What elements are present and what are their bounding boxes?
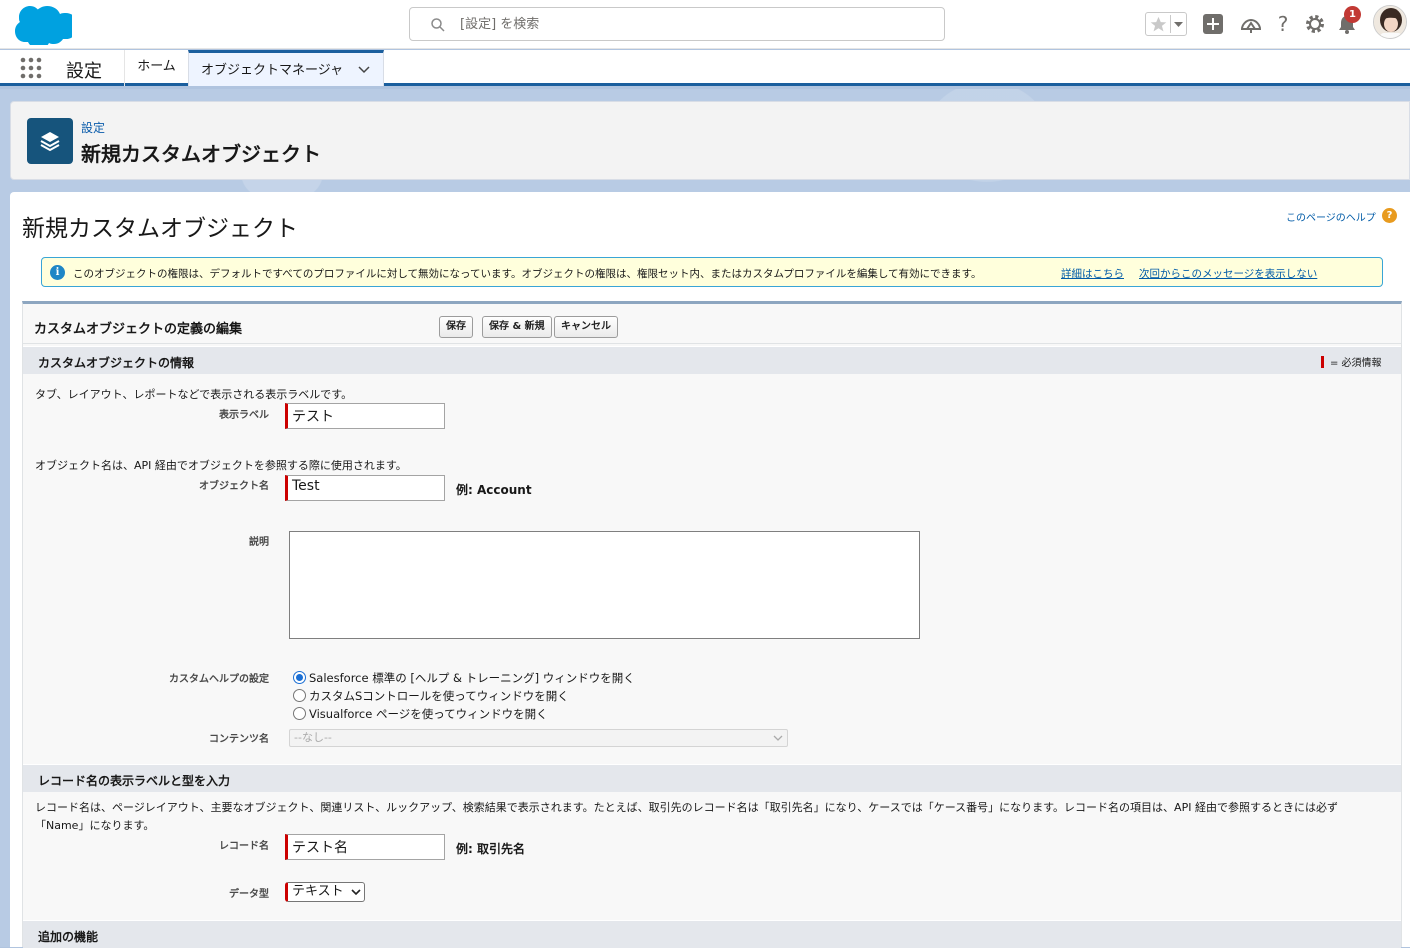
help-question-icon[interactable]: ? — [1272, 13, 1294, 35]
content-name-select: --なし-- — [289, 729, 788, 747]
section-record-name: レコード名の表示ラベルと型を入力 — [23, 764, 1401, 792]
gear-icon[interactable] — [1304, 13, 1326, 35]
section-title: 追加の機能 — [38, 930, 99, 944]
record-name-input[interactable]: テスト名 — [285, 834, 445, 860]
help-option-visualforce[interactable]: Visualforce ページを使ってウィンドウを開く — [293, 706, 548, 722]
page-title: 新規カスタムオブジェクト — [81, 142, 321, 166]
save-new-button[interactable]: 保存 & 新規 — [482, 316, 552, 338]
data-type-select[interactable]: テキスト — [285, 882, 365, 902]
global-actions-plus-icon[interactable] — [1202, 13, 1224, 35]
salesforce-logo[interactable] — [12, 5, 72, 45]
record-name-example: 例: 取引先名 — [456, 842, 525, 856]
info-message-text: このオブジェクトの権限は、デフォルトですべてのプロファイルに対して無効になってい… — [73, 268, 982, 280]
required-legend: = 必須情報 — [1321, 354, 1382, 369]
radio-selected[interactable] — [293, 671, 306, 684]
favorites-button[interactable] — [1145, 12, 1187, 36]
info-details-link[interactable]: 詳細はこちら — [1061, 266, 1124, 281]
chevron-down-icon — [773, 735, 783, 741]
help-option-label: Visualforce ページを使ってウィンドウを開く — [309, 707, 548, 721]
chevron-down-icon — [351, 889, 361, 896]
form-header: カスタムオブジェクトの定義の編集 保存 保存 & 新規 キャンセル — [23, 304, 1401, 344]
label-input[interactable]: テスト — [285, 403, 445, 429]
info-dismiss-link[interactable]: 次回からこのメッセージを表示しない — [1139, 266, 1317, 281]
svg-text:?: ? — [1278, 13, 1289, 35]
section-title: レコード名の表示ラベルと型を入力 — [38, 774, 231, 788]
favorites-dropdown[interactable] — [1170, 15, 1185, 33]
help-option-label: Salesforce 標準の [ヘルプ & トレーニング] ウィンドウを開く — [309, 671, 635, 685]
breadcrumb[interactable]: 設定 — [81, 119, 105, 136]
search-icon — [431, 18, 445, 32]
data-type-field-label: データ型 — [229, 889, 269, 900]
data-type-value: テキスト — [292, 884, 344, 899]
object-name-field-label: オブジェクト名 — [199, 481, 269, 492]
content-name-field-label: コンテンツ名 — [209, 734, 269, 745]
section-title: カスタムオブジェクトの情報 — [38, 356, 195, 370]
edit-form-panel: カスタムオブジェクトの定義の編集 保存 保存 & 新規 キャンセル カスタムオブ… — [22, 301, 1402, 948]
section-object-info: カスタムオブジェクトの情報 = 必須情報 — [23, 346, 1401, 374]
tab-object-manager[interactable]: オブジェクトマネージャ — [188, 50, 384, 86]
chevron-down-icon[interactable] — [357, 63, 371, 77]
custom-help-field-label: カスタムヘルプの設定 — [169, 674, 269, 685]
help-option-standard[interactable]: Salesforce 標準の [ヘルプ & トレーニング] ウィンドウを開く — [293, 670, 635, 686]
record-name-description-1: レコード名は、ページレイアウト、主要なオブジェクト、関連リスト、ルックアップ、検… — [35, 801, 1338, 814]
tab-home[interactable]: ホーム — [125, 50, 188, 86]
page-help-link[interactable]: このページのヘルプ — [1286, 209, 1376, 224]
radio[interactable] — [293, 707, 306, 720]
layers-icon — [27, 118, 73, 164]
content-title: 新規カスタムオブジェクト — [22, 216, 298, 242]
form-title: カスタムオブジェクトの定義の編集 — [34, 322, 243, 337]
label-field-label: 表示ラベル — [219, 410, 269, 421]
section-additional-features: 追加の機能 — [23, 920, 1401, 948]
global-search[interactable] — [409, 7, 945, 41]
avatar[interactable] — [1373, 5, 1407, 39]
record-name-description-2: 「Name」になります。 — [35, 819, 155, 832]
avatar-image — [1374, 6, 1406, 38]
info-message: i このオブジェクトの権限は、デフォルトですべてのプロファイルに対して無効になっ… — [41, 257, 1383, 287]
object-name-input[interactable]: Test — [285, 475, 445, 501]
description-textarea[interactable] — [289, 531, 920, 639]
record-name-field-label: レコード名 — [219, 841, 269, 852]
required-legend-text: = 必須情報 — [1330, 358, 1382, 369]
content-name-value: --なし-- — [294, 731, 332, 744]
help-option-scontrol[interactable]: カスタムSコントロールを使ってウィンドウを開く — [293, 688, 569, 704]
app-launcher-icon[interactable] — [20, 57, 42, 79]
cancel-button[interactable]: キャンセル — [554, 316, 618, 338]
content-area: 新規カスタムオブジェクト このページのヘルプ ? i このオブジェクトの権限は、… — [10, 192, 1410, 948]
star-icon[interactable] — [1149, 15, 1168, 34]
object-name-description: オブジェクト名は、API 経由でオブジェクトを参照する際に使用されます。 — [35, 459, 407, 472]
caret-down-icon — [1174, 22, 1183, 27]
label-description: タブ、レイアウト、レポートなどで表示される表示ラベルです。 — [35, 388, 353, 401]
nav-bar: 設定 ホーム オブジェクトマネージャ — [0, 50, 1410, 86]
tab-object-manager-label: オブジェクトマネージャ — [201, 63, 344, 78]
page-header: 設定 新規カスタムオブジェクト — [10, 101, 1410, 180]
save-button[interactable]: 保存 — [439, 316, 473, 338]
info-icon: i — [50, 265, 65, 280]
help-icon[interactable]: ? — [1382, 208, 1397, 223]
app-name: 設定 — [66, 61, 102, 82]
object-name-example: 例: Account — [456, 483, 532, 497]
trailhead-icon[interactable] — [1240, 13, 1262, 35]
global-header: ? 1 — [0, 0, 1410, 49]
help-option-label: カスタムSコントロールを使ってウィンドウを開く — [309, 689, 569, 703]
description-field-label: 説明 — [249, 537, 269, 548]
radio[interactable] — [293, 689, 306, 702]
notification-badge: 1 — [1344, 6, 1361, 23]
search-input[interactable] — [458, 13, 928, 35]
